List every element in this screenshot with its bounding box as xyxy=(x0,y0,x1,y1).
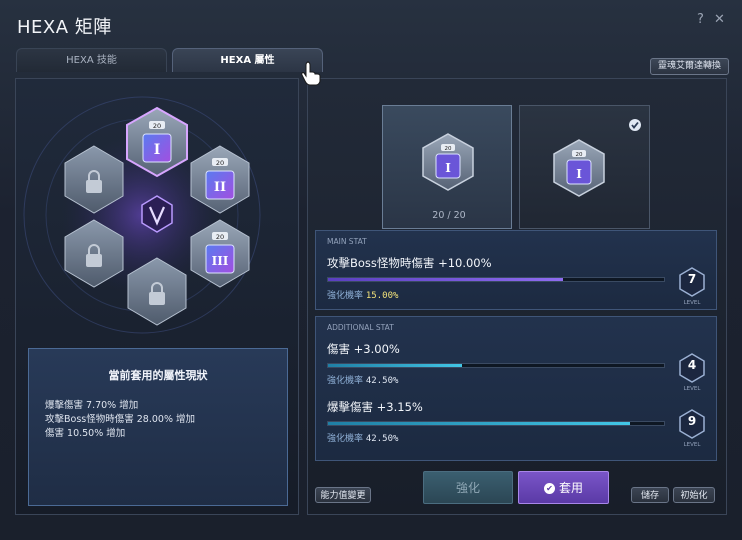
main-stat-level: 7 xyxy=(687,272,697,286)
svg-text:20: 20 xyxy=(576,152,583,158)
hexa-core-grid: 20 I 20 II 20 III xyxy=(23,96,261,334)
additional-stat-level-2: 9 xyxy=(687,414,697,428)
additional-stat-section-label: ADDITIONAL STAT xyxy=(327,323,394,332)
svg-text:20: 20 xyxy=(153,122,161,130)
main-stat-progress-fill xyxy=(328,278,564,281)
level-label: LEVEL xyxy=(683,386,701,392)
title-bar[interactable]: HEXA 矩陣 ? ✕ xyxy=(0,0,742,44)
additional-stat-probability-1: 強化機率 42.50% xyxy=(327,373,398,386)
level-label: LEVEL xyxy=(683,442,701,448)
save-button[interactable]: 儲存 xyxy=(631,487,669,503)
hexa-core-preview-selected: 20 I xyxy=(553,119,641,197)
additional-stat-box: ADDITIONAL STAT 傷害 +3.00% 強化機率 42.50% 4 … xyxy=(315,316,717,461)
additional-stat-progress-fill-1 xyxy=(328,364,463,367)
prob-value: 42.50% xyxy=(365,376,399,386)
main-stat-level-badge: 7 LEVEL xyxy=(679,267,705,306)
additional-stat-level-1: 4 xyxy=(687,358,697,372)
svg-text:III: III xyxy=(212,254,229,268)
level-label: LEVEL xyxy=(683,300,701,306)
checkmark-icon xyxy=(629,119,641,131)
help-button[interactable]: ? xyxy=(697,12,704,27)
additional-stat-level-badge-1: 4 LEVEL xyxy=(679,353,705,392)
reinforce-button[interactable]: 強化 xyxy=(423,471,513,504)
hand-cursor-icon xyxy=(301,61,321,86)
svg-text:I: I xyxy=(576,167,582,181)
status-line-boss-damage: 攻擊Boss怪物時傷害 28.00% 增加 xyxy=(45,414,195,425)
main-stat-box: MAIN STAT 攻擊Boss怪物時傷害 +10.00% 強化機率 15.00… xyxy=(315,230,717,310)
status-line-crit-damage: 爆擊傷害 7.70% 增加 xyxy=(45,400,139,411)
window-title: HEXA 矩陣 xyxy=(17,17,112,38)
core-count: 20 / 20 xyxy=(432,210,466,221)
prob-label: 強化機率 xyxy=(327,291,364,301)
additional-stat-name-1: 傷害 +3.00% xyxy=(327,342,400,356)
core-preview-slot-selected[interactable]: 20 I xyxy=(519,105,650,229)
svg-text:I: I xyxy=(445,161,451,175)
main-stat-name: 攻擊Boss怪物時傷害 +10.00% xyxy=(327,256,492,270)
additional-stat-progress-fill-2 xyxy=(328,422,631,425)
apply-button[interactable]: ✔ 套用 xyxy=(518,471,609,504)
reset-button[interactable]: 初始化 xyxy=(673,487,715,503)
current-stat-status-panel: 當前套用的屬性現狀 爆擊傷害 7.70% 增加 攻擊Boss怪物時傷害 28.0… xyxy=(28,348,288,506)
apply-button-label: 套用 xyxy=(558,481,583,495)
additional-stat-level-badge-2: 9 LEVEL xyxy=(679,409,705,448)
status-panel-title: 當前套用的屬性現狀 xyxy=(108,369,208,382)
additional-stat-probability-2: 強化機率 42.50% xyxy=(327,431,398,444)
preview-level-left: 20 xyxy=(445,146,452,152)
svg-text:20: 20 xyxy=(216,159,224,167)
tab-hexa-skill[interactable]: HEXA 技能 xyxy=(16,48,167,72)
hexa-matrix-window: HEXA 矩陣 ? ✕ HEXA 技能 HEXA 屬性 靈魂艾爾達轉換 20 I… xyxy=(0,0,742,540)
svg-text:20: 20 xyxy=(216,233,224,241)
prob-label: 強化機率 xyxy=(327,376,364,386)
close-button[interactable]: ✕ xyxy=(714,12,725,27)
svg-text:II: II xyxy=(214,180,226,195)
status-line-damage: 傷害 10.50% 增加 xyxy=(45,428,126,439)
sol-erda-convert-button[interactable]: 靈魂艾爾達轉換 xyxy=(650,58,729,75)
ability-change-button[interactable]: 能力值變更 xyxy=(315,487,371,503)
main-stat-section-label: MAIN STAT xyxy=(327,237,367,246)
prob-label: 強化機率 xyxy=(327,434,364,444)
svg-text:I: I xyxy=(154,142,161,158)
main-stat-probability: 強化機率 15.00% xyxy=(327,288,398,301)
additional-stat-name-2: 爆擊傷害 +3.15% xyxy=(327,400,423,414)
additional-stat-progress-bar-2 xyxy=(327,421,665,426)
prob-value: 42.50% xyxy=(365,434,399,444)
prob-value: 15.00% xyxy=(365,291,399,301)
checkmark-icon: ✔ xyxy=(543,483,555,494)
main-stat-progress-bar xyxy=(327,277,665,282)
additional-stat-progress-bar-1 xyxy=(327,363,665,368)
